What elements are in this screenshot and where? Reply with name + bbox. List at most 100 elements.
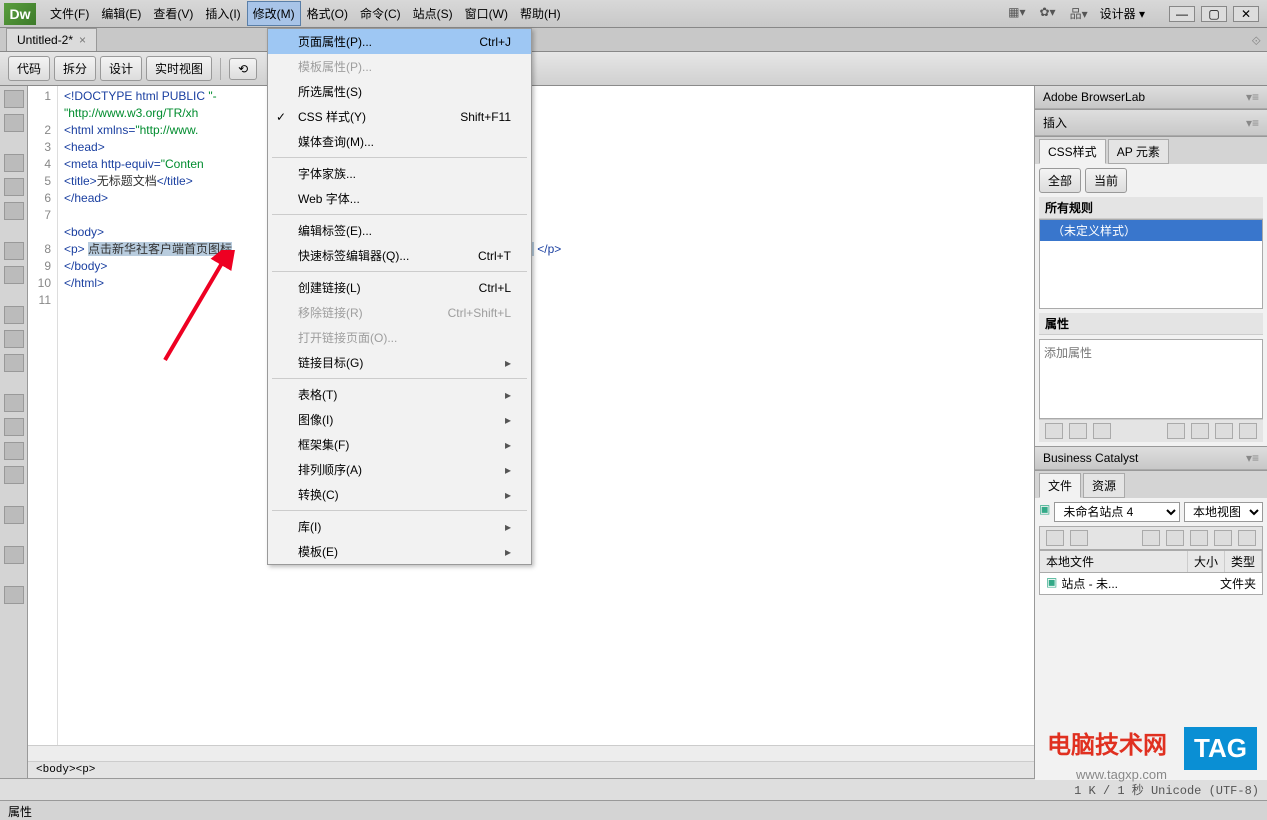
view-design-button[interactable]: 设计 <box>100 56 142 81</box>
menu-format[interactable]: 格式(O) <box>301 1 354 26</box>
add-property[interactable]: 添加属性 <box>1040 340 1262 365</box>
panel-insert[interactable]: 插入▾≡ <box>1035 110 1267 136</box>
tool-icon[interactable] <box>4 242 24 260</box>
minimize-button[interactable]: — <box>1169 6 1195 22</box>
css-tool-icon[interactable] <box>1167 423 1185 439</box>
css-tool-icon[interactable] <box>1215 423 1233 439</box>
menu-view[interactable]: 查看(V) <box>147 1 199 26</box>
menu-css-styles[interactable]: ✓CSS 样式(Y)Shift+F11 <box>268 104 531 129</box>
tool-icon[interactable] <box>4 466 24 484</box>
menu-frameset[interactable]: 框架集(F)▸ <box>268 432 531 457</box>
horizontal-scrollbar[interactable] <box>28 745 1034 761</box>
files-tool-icon[interactable] <box>1046 530 1064 546</box>
toolbar-extra-button[interactable]: ⟲ <box>229 58 257 80</box>
code-toolbar <box>0 86 28 778</box>
file-row[interactable]: ▣ 站点 - 未... 文件夹 <box>1039 573 1263 595</box>
properties-panel-collapsed[interactable]: 属性 <box>0 800 1267 820</box>
files-tool-icon[interactable] <box>1238 530 1256 546</box>
menu-open-linked: 打开链接页面(O)... <box>268 325 531 350</box>
css-current-button[interactable]: 当前 <box>1085 168 1127 193</box>
tool-icon[interactable] <box>4 154 24 172</box>
css-tool-icon[interactable] <box>1191 423 1209 439</box>
files-tool-icon[interactable] <box>1142 530 1160 546</box>
tool-icon[interactable] <box>4 442 24 460</box>
menu-quick-tag[interactable]: 快速标签编辑器(Q)...Ctrl+T <box>268 243 531 268</box>
tool-icon[interactable] <box>4 506 24 524</box>
extension-icon[interactable]: 品▾ <box>1070 5 1088 22</box>
tab-files[interactable]: 文件 <box>1039 473 1081 498</box>
tool-icon[interactable] <box>4 546 24 564</box>
gear-icon[interactable]: ✿▾ <box>1040 5 1056 22</box>
tool-icon[interactable] <box>4 90 24 108</box>
tool-icon[interactable] <box>4 306 24 324</box>
check-icon: ✓ <box>276 110 286 124</box>
tab-css-styles[interactable]: CSS样式 <box>1039 139 1106 164</box>
panel-business-catalyst[interactable]: Business Catalyst▾≡ <box>1035 447 1267 470</box>
panel-browserlab[interactable]: Adobe BrowserLab▾≡ <box>1035 86 1267 109</box>
menu-web-font[interactable]: Web 字体... <box>268 186 531 211</box>
tool-icon[interactable] <box>4 266 24 284</box>
menu-modify[interactable]: 修改(M) <box>247 1 301 26</box>
view-select[interactable]: 本地视图 <box>1184 502 1263 522</box>
files-tool-icon[interactable] <box>1214 530 1232 546</box>
menu-media-query[interactable]: 媒体查询(M)... <box>268 129 531 154</box>
menu-arrange[interactable]: 排列顺序(A)▸ <box>268 457 531 482</box>
tool-icon[interactable] <box>4 354 24 372</box>
tool-icon[interactable] <box>4 202 24 220</box>
menu-selection-properties[interactable]: 所选属性(S) <box>268 79 531 104</box>
properties-list[interactable]: 添加属性 <box>1039 339 1263 419</box>
folder-icon: ▣ <box>1046 575 1057 592</box>
document-tab[interactable]: Untitled-2* × <box>6 28 97 51</box>
menu-image[interactable]: 图像(I)▸ <box>268 407 531 432</box>
files-tool-icon[interactable] <box>1190 530 1208 546</box>
menu-page-properties[interactable]: 页面属性(P)...Ctrl+J <box>268 29 531 54</box>
tab-overflow-icon[interactable]: ⟐ <box>1246 32 1267 51</box>
close-window-button[interactable]: ✕ <box>1233 6 1259 22</box>
view-live-button[interactable]: 实时视图 <box>146 56 212 81</box>
files-tool-icon[interactable] <box>1166 530 1184 546</box>
menu-site[interactable]: 站点(S) <box>407 1 459 26</box>
menu-font-family[interactable]: 字体家族... <box>268 161 531 186</box>
tool-icon[interactable] <box>4 178 24 196</box>
menu-convert[interactable]: 转换(C)▸ <box>268 482 531 507</box>
rule-undefined[interactable]: （未定义样式） <box>1040 220 1262 241</box>
css-all-button[interactable]: 全部 <box>1039 168 1081 193</box>
menu-table[interactable]: 表格(T)▸ <box>268 382 531 407</box>
menu-insert[interactable]: 插入(I) <box>199 1 246 26</box>
maximize-button[interactable]: ▢ <box>1201 6 1227 22</box>
modify-menu-dropdown: 页面属性(P)...Ctrl+J 模板属性(P)... 所选属性(S) ✓CSS… <box>267 28 532 565</box>
tool-icon[interactable] <box>4 114 24 132</box>
tool-icon[interactable] <box>4 394 24 412</box>
menu-make-link[interactable]: 创建链接(L)Ctrl+L <box>268 275 531 300</box>
menu-library[interactable]: 库(I)▸ <box>268 514 531 539</box>
site-select[interactable]: 未命名站点 4 <box>1054 502 1180 522</box>
refresh-icon[interactable] <box>1070 530 1088 546</box>
view-split-button[interactable]: 拆分 <box>54 56 96 81</box>
menu-window[interactable]: 窗口(W) <box>459 1 514 26</box>
menu-template[interactable]: 模板(E)▸ <box>268 539 531 564</box>
menu-edit-tag[interactable]: 编辑标签(E)... <box>268 218 531 243</box>
menu-commands[interactable]: 命令(C) <box>354 1 407 26</box>
css-tool-icon[interactable] <box>1069 423 1087 439</box>
menu-link-target[interactable]: 链接目标(G)▸ <box>268 350 531 375</box>
menu-edit[interactable]: 编辑(E) <box>95 1 147 26</box>
menu-file[interactable]: 文件(F) <box>44 1 95 26</box>
view-code-button[interactable]: 代码 <box>8 56 50 81</box>
css-tool-icon[interactable] <box>1093 423 1111 439</box>
tab-ap-elements[interactable]: AP 元素 <box>1108 139 1169 164</box>
css-tool-icon[interactable] <box>1045 423 1063 439</box>
tool-icon[interactable] <box>4 586 24 604</box>
line-gutter: 1 2 3 4 5 6 7 8 9 10 11 <box>28 86 58 745</box>
css-tool-icon[interactable] <box>1239 423 1257 439</box>
tab-close-icon[interactable]: × <box>79 33 86 47</box>
tab-assets[interactable]: 资源 <box>1083 473 1125 498</box>
rules-list[interactable]: （未定义样式） <box>1039 219 1263 309</box>
menubar: 文件(F) 编辑(E) 查看(V) 插入(I) 修改(M) 格式(O) 命令(C… <box>44 1 567 26</box>
layout-icon[interactable]: ▦▾ <box>1008 5 1025 22</box>
tool-icon[interactable] <box>4 330 24 348</box>
menu-help[interactable]: 帮助(H) <box>514 1 567 26</box>
tool-icon[interactable] <box>4 418 24 436</box>
workspace-switcher[interactable]: 设计器 ▾ <box>1100 5 1145 22</box>
submenu-arrow-icon: ▸ <box>505 356 511 370</box>
tag-breadcrumb[interactable]: <body><p> <box>28 761 1034 778</box>
